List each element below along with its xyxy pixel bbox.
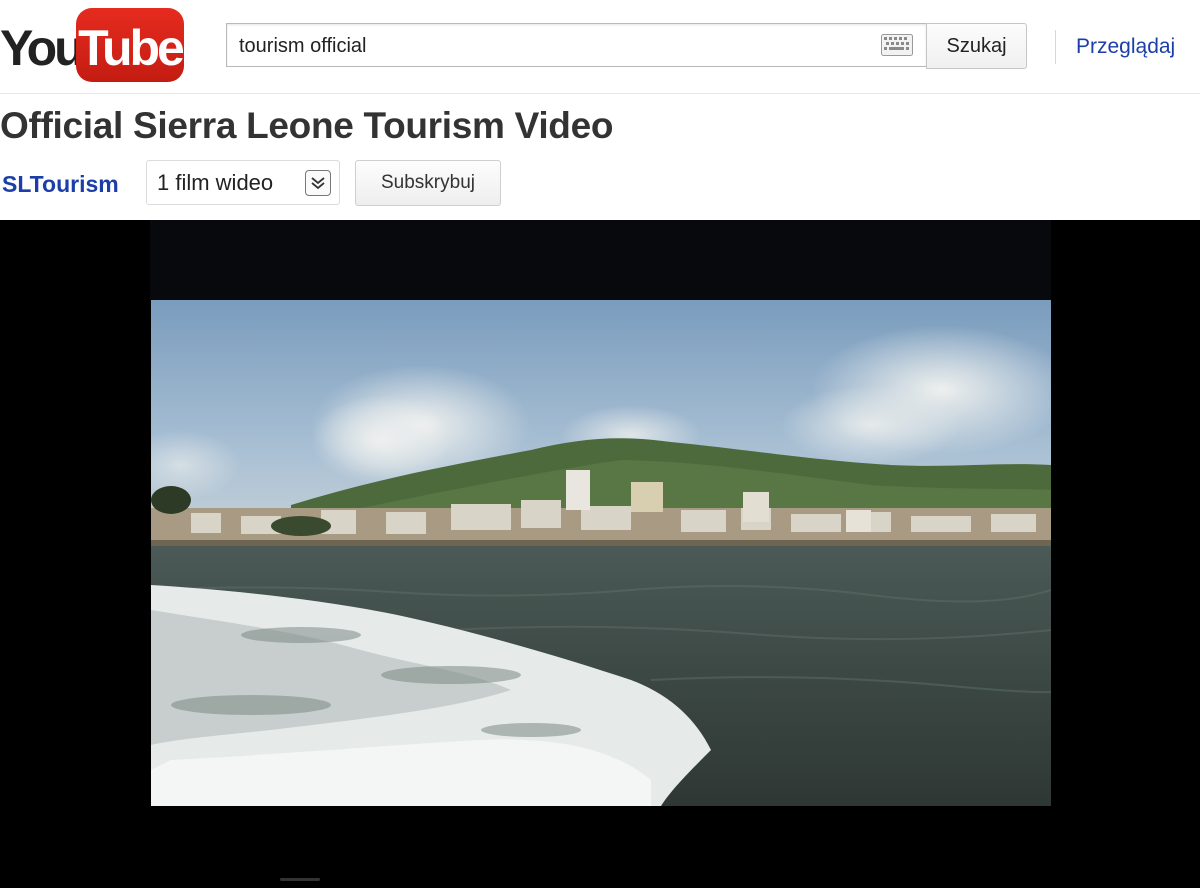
chevron-down-icon[interactable] <box>305 170 331 196</box>
search-input[interactable] <box>239 24 869 68</box>
browse-link[interactable]: Przeglądaj <box>1076 32 1175 62</box>
logo-tube-text: Tube <box>78 20 185 76</box>
search-button[interactable]: Szukaj <box>926 23 1027 69</box>
logo-tube-box: Tube <box>76 8 185 82</box>
player-progress-hint[interactable] <box>280 878 320 881</box>
player-letterbox <box>150 220 1051 300</box>
video-frame-image <box>151 300 1051 806</box>
masthead: You Tube Szukaj Przegl <box>0 0 1200 94</box>
search-box <box>226 23 926 68</box>
subscribe-button[interactable]: Subskrybuj <box>355 160 501 206</box>
logo-you-text: You <box>0 20 85 76</box>
header-divider <box>1055 30 1056 64</box>
video-player[interactable] <box>0 220 1200 888</box>
video-count-dropdown[interactable]: 1 film wideo <box>146 160 340 205</box>
video-count-label: 1 film wideo <box>157 170 274 195</box>
header-divider-line <box>0 93 1200 94</box>
keyboard-icon[interactable] <box>881 34 913 56</box>
video-frame[interactable] <box>151 300 1051 806</box>
video-title: Official Sierra Leone Tourism Video <box>0 105 614 146</box>
youtube-logo[interactable]: You Tube <box>0 8 186 82</box>
channel-link[interactable]: SLTourism <box>2 170 119 198</box>
